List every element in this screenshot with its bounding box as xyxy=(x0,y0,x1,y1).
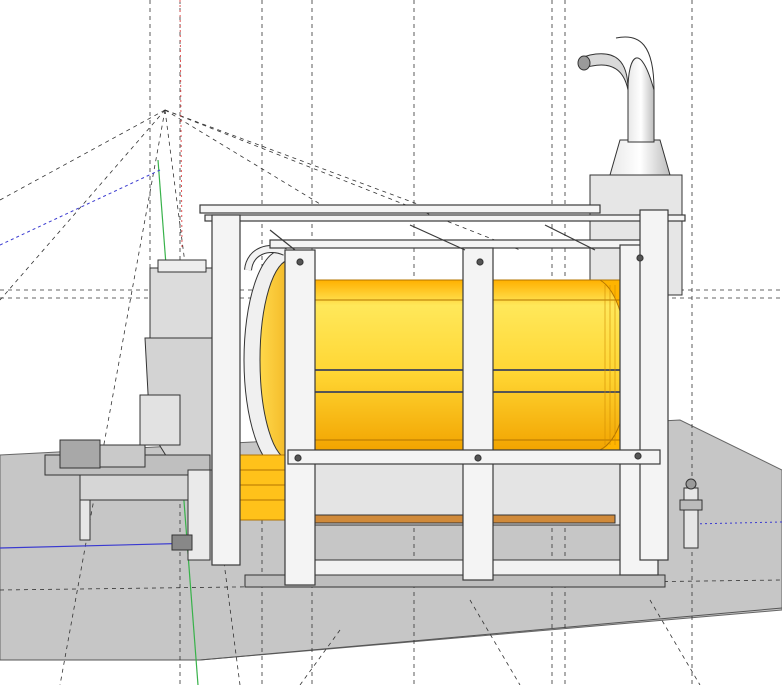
3d-model-viewport[interactable] xyxy=(0,0,782,685)
